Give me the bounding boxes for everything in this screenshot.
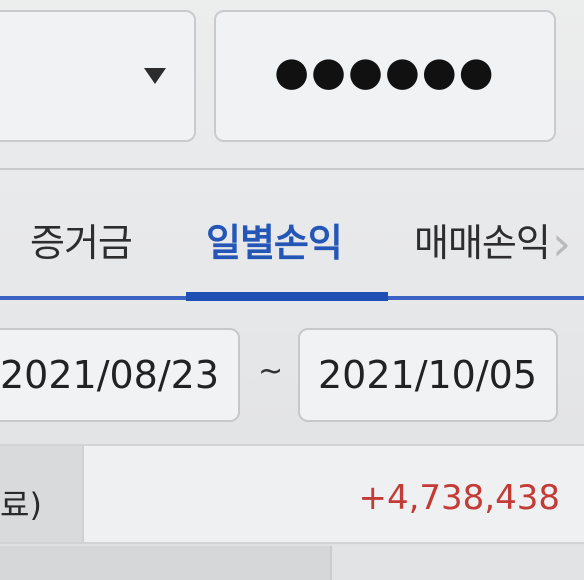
tab-bar: 증거금 일별손익 매매손익 › <box>0 172 584 302</box>
tab-trade-profit[interactable]: 매매손익 <box>414 212 551 267</box>
tab-margin[interactable]: 증거금 <box>30 212 133 267</box>
summary-label-cell: 료) <box>0 446 84 542</box>
date-separator: ~ <box>258 354 284 389</box>
chevron-right-icon[interactable]: › <box>552 216 584 272</box>
screen: ●●●●●● 증거금 일별손익 매매손익 › 2021/08/23 ~ 2021… <box>0 0 584 580</box>
date-range: 2021/08/23 ~ 2021/10/05 <box>0 302 584 442</box>
summary-value: +4,738,438 <box>358 478 560 518</box>
summary-row: 료) +4,738,438 <box>0 444 584 544</box>
tab-daily-profit[interactable]: 일별손익 <box>206 212 343 267</box>
account-header: ●●●●●● <box>0 0 584 170</box>
password-field[interactable]: ●●●●●● <box>214 10 556 142</box>
active-tab-indicator <box>186 292 388 301</box>
table-cell <box>0 546 332 580</box>
end-date-field[interactable]: 2021/10/05 <box>298 328 558 422</box>
summary-label: 료) <box>0 486 42 524</box>
chevron-down-icon <box>144 68 166 84</box>
account-select[interactable] <box>0 10 196 142</box>
start-date-field[interactable]: 2021/08/23 <box>0 328 240 422</box>
password-dots: ●●●●●● <box>274 49 496 95</box>
table-row <box>0 546 584 580</box>
